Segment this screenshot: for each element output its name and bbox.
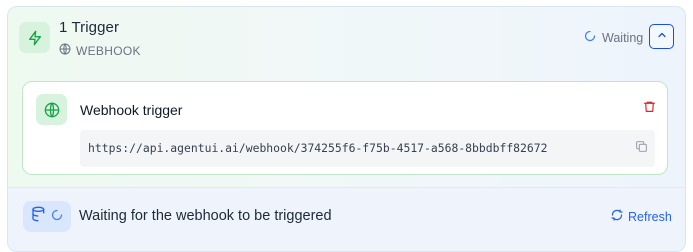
status-indicator: Waiting xyxy=(584,30,643,45)
delete-button[interactable] xyxy=(642,100,656,118)
webhook-title: Webhook trigger xyxy=(80,102,183,118)
webhook-url-field[interactable]: https://api.agentui.ai/webhook/374255f6-… xyxy=(80,130,655,167)
trash-icon xyxy=(643,100,656,118)
spinner-icon xyxy=(584,30,596,45)
refresh-label[interactable]: Refresh xyxy=(628,210,672,224)
webhook-url[interactable]: https://api.agentui.ai/webhook/374255f6-… xyxy=(88,141,547,155)
database-icon xyxy=(31,206,47,227)
chevron-up-icon xyxy=(656,28,668,46)
status-label: Waiting xyxy=(602,30,644,45)
trigger-header: 1 Trigger WEBHOOK Waiting xyxy=(8,7,685,67)
refresh-icon xyxy=(611,209,623,224)
trigger-card: 1 Trigger WEBHOOK Waiting Webhook trigge… xyxy=(7,6,686,252)
spinner-icon xyxy=(51,208,63,226)
trigger-type: WEBHOOK xyxy=(59,43,141,58)
trigger-count-title: 1 Trigger xyxy=(59,19,120,36)
zap-icon xyxy=(19,22,50,53)
refresh-button[interactable]: Refresh xyxy=(611,209,672,224)
waiting-section: Waiting for the webhook to be triggered … xyxy=(8,187,685,251)
waiting-message: Waiting for the webhook to be triggered xyxy=(79,208,332,224)
globe-icon xyxy=(36,94,67,125)
waiting-icon-group xyxy=(23,201,71,232)
collapse-button[interactable] xyxy=(649,24,674,49)
copy-icon xyxy=(635,140,648,158)
webhook-panel: Webhook trigger https://api.agentui.ai/w… xyxy=(22,81,668,175)
globe-icon xyxy=(59,43,71,58)
copy-button[interactable] xyxy=(634,140,648,158)
trigger-type-label: WEBHOOK xyxy=(76,43,141,58)
